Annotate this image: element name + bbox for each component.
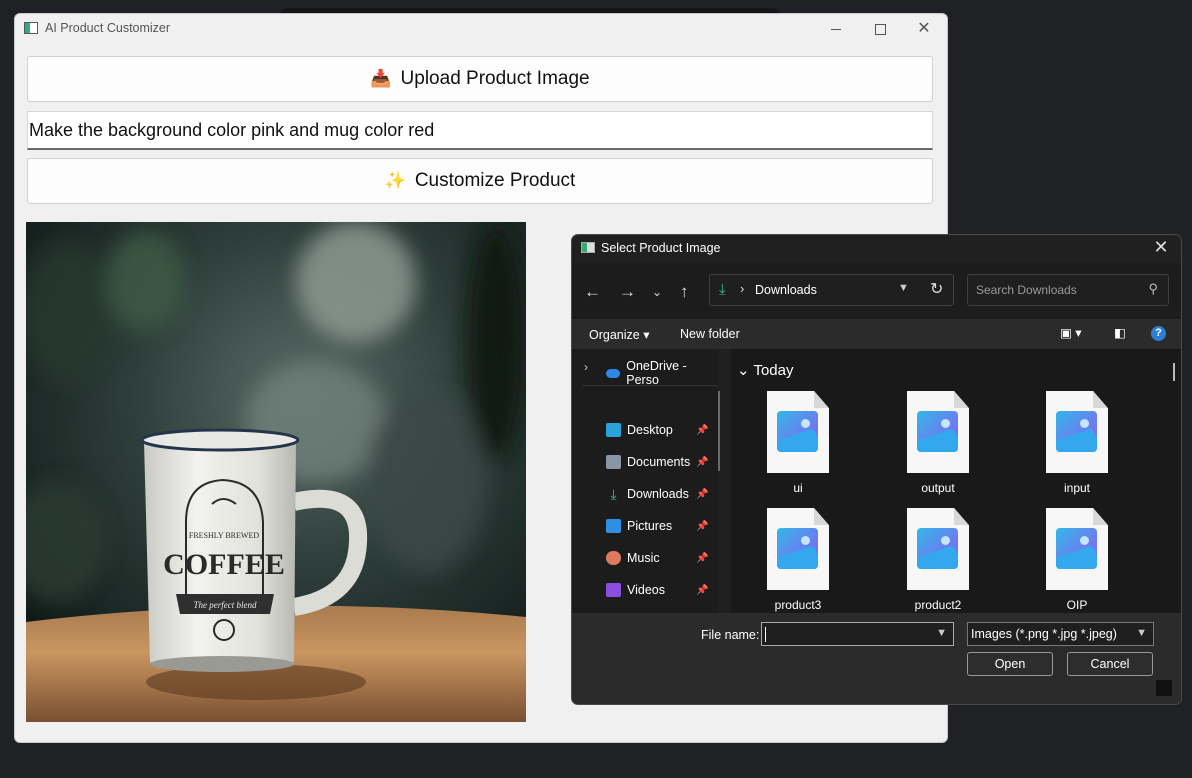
image-file-icon: [767, 508, 829, 590]
breadcrumb-separator-icon: ›: [740, 281, 745, 296]
section-header[interactable]: ⌄ Today: [737, 361, 794, 379]
image-file-icon: [907, 508, 969, 590]
image-file-icon: [1046, 391, 1108, 473]
prompt-input[interactable]: [27, 111, 933, 150]
app-icon: [24, 22, 38, 34]
dialog-title: Select Product Image: [601, 241, 721, 255]
customize-product-button[interactable]: ✨ Customize Product: [27, 158, 933, 204]
forward-arrow-icon[interactable]: →: [619, 282, 636, 302]
product-image: FRESHLY BREWED COFFEE The perfect blend: [26, 222, 526, 722]
sidebar-item-videos[interactable]: Videos: [606, 583, 665, 597]
app-titlebar: AI Product Customizer ✕: [15, 14, 947, 44]
inbox-tray-icon: 📥: [370, 69, 392, 88]
address-dropdown-icon[interactable]: ▼: [898, 282, 909, 294]
svg-text:FRESHLY BREWED: FRESHLY BREWED: [189, 531, 259, 540]
music-icon: [606, 551, 621, 565]
file-list: ⌄ Today ui output input product3 product…: [731, 349, 1181, 613]
customize-button-label: Customize Product: [414, 170, 576, 191]
pin-icon: 📌: [696, 457, 709, 468]
chevron-down-icon[interactable]: ▼: [936, 627, 947, 639]
sidebar-item-pictures[interactable]: Pictures: [606, 519, 672, 533]
download-icon: ⤓: [610, 486, 617, 502]
resize-grip-icon[interactable]: [1156, 680, 1178, 702]
file-dialog: Select Product Image ✕ ← → ⌄ ↑ ⤓ › Downl…: [571, 234, 1182, 705]
videos-icon: [606, 583, 621, 597]
desktop-icon: [606, 423, 621, 437]
documents-icon: [606, 455, 621, 469]
upload-product-image-button[interactable]: 📥 Upload Product Image: [27, 56, 933, 102]
search-placeholder: Search Downloads: [976, 283, 1077, 297]
pin-icon: 📌: [696, 553, 709, 564]
file-item[interactable]: product3: [748, 508, 848, 612]
download-icon: ⤓: [719, 281, 726, 298]
sidebar-item-onedrive[interactable]: OneDrive - Perso: [606, 359, 718, 387]
sidebar-item-music[interactable]: Music: [606, 551, 660, 565]
recent-locations-chevron-icon[interactable]: ⌄: [652, 285, 662, 299]
cancel-button[interactable]: Cancel: [1067, 652, 1153, 676]
sidebar-item-desktop[interactable]: Desktop: [606, 423, 673, 437]
cloud-icon: [606, 368, 621, 378]
minimize-button[interactable]: [821, 18, 851, 40]
svg-text:The perfect blend: The perfect blend: [194, 600, 257, 610]
file-item[interactable]: input: [1027, 391, 1127, 495]
preview-pane-icon[interactable]: ◧: [1114, 325, 1126, 340]
sparkles-icon: ✨: [384, 171, 406, 190]
new-folder-button[interactable]: New folder: [680, 327, 740, 341]
pin-icon: 📌: [696, 489, 709, 500]
file-list-scrollbar[interactable]: [1173, 363, 1175, 381]
file-name-input[interactable]: ▼: [761, 622, 954, 646]
file-name-label: File name:: [701, 628, 760, 642]
expand-chevron-icon[interactable]: ›: [584, 360, 588, 374]
pictures-icon: [606, 519, 621, 533]
organize-menu[interactable]: Organize ▾: [589, 327, 649, 342]
text-caret: [765, 627, 766, 642]
svg-text:COFFEE: COFFEE: [163, 548, 285, 581]
dialog-close-button[interactable]: ✕: [1149, 237, 1173, 258]
file-item[interactable]: ui: [748, 391, 848, 495]
chevron-down-icon: ▼: [1136, 627, 1147, 639]
file-item[interactable]: OIP: [1027, 508, 1127, 612]
sidebar-item-documents[interactable]: Documents: [606, 455, 690, 469]
sidebar-item-downloads[interactable]: ⤓ Downloads: [606, 486, 688, 502]
search-input[interactable]: Search Downloads ⚲: [967, 274, 1169, 306]
navigation-scrollbar[interactable]: [718, 391, 720, 471]
file-item[interactable]: product2: [888, 508, 988, 612]
open-button[interactable]: Open: [967, 652, 1053, 676]
dialog-toolbar: Organize ▾ New folder ▣ ▾ ◧ ?: [572, 319, 1181, 349]
pin-icon: 📌: [696, 521, 709, 532]
search-icon: ⚲: [1148, 281, 1158, 296]
dialog-footer: File name: ▼ Images (*.png *.jpg *.jpeg)…: [572, 613, 1181, 704]
file-item[interactable]: output: [888, 391, 988, 495]
image-file-icon: [767, 391, 829, 473]
pin-icon: 📌: [696, 425, 709, 436]
maximize-button[interactable]: [865, 18, 895, 40]
back-arrow-icon[interactable]: ←: [584, 282, 601, 302]
address-text: Downloads: [755, 283, 817, 297]
upload-button-label: Upload Product Image: [400, 68, 590, 89]
view-options-icon[interactable]: ▣ ▾: [1060, 325, 1082, 340]
navigation-pane: › OneDrive - Perso Desktop 📌 Documents 📌…: [572, 349, 718, 613]
close-button[interactable]: ✕: [909, 18, 939, 40]
refresh-icon[interactable]: ↻: [930, 279, 943, 299]
dialog-icon: [581, 242, 595, 253]
help-icon[interactable]: ?: [1151, 326, 1166, 341]
image-file-icon: [907, 391, 969, 473]
file-type-filter[interactable]: Images (*.png *.jpg *.jpeg) ▼: [967, 622, 1154, 646]
image-file-icon: [1046, 508, 1108, 590]
pin-icon: 📌: [696, 585, 709, 596]
up-arrow-icon[interactable]: ↑: [680, 282, 689, 302]
address-bar[interactable]: ⤓ › Downloads ▼ ↻: [709, 274, 954, 306]
app-title: AI Product Customizer: [45, 21, 171, 35]
